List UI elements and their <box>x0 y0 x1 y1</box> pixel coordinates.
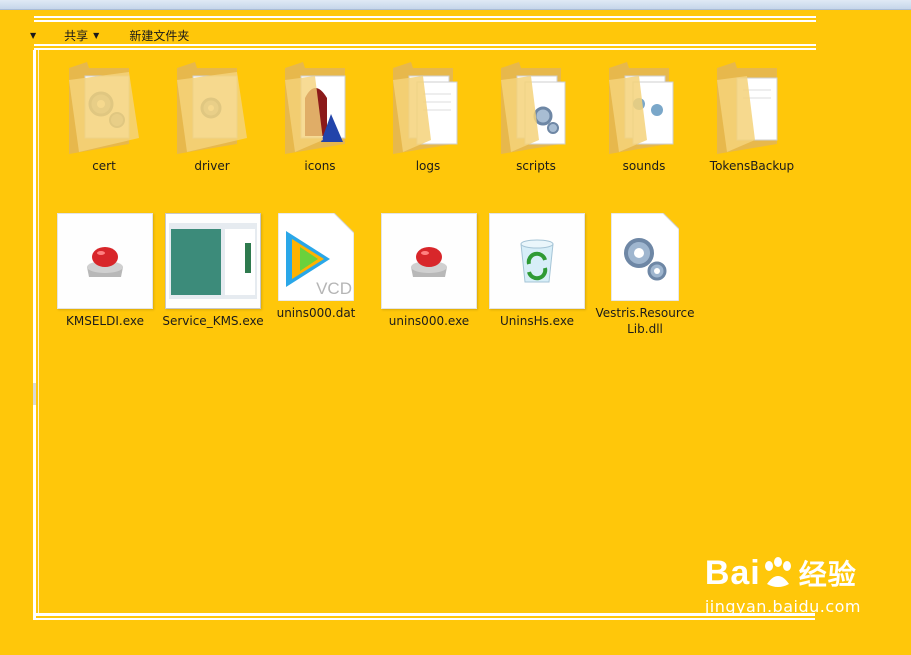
folder-label: driver <box>194 159 230 173</box>
folder-label: icons <box>304 159 336 173</box>
file-label: Service_KMS.exe <box>162 314 264 328</box>
file-label: UninsHs.exe <box>500 314 574 328</box>
window-title-strip <box>0 0 911 10</box>
folder-item-icons[interactable]: icons <box>268 58 372 174</box>
folder-label: logs <box>415 159 441 173</box>
recycle-bin-app-icon <box>489 213 585 309</box>
paw-icon <box>764 557 791 587</box>
file-item-uninshs[interactable]: UninsHs.exe <box>485 213 589 329</box>
file-label: unins000.dat <box>276 306 356 320</box>
explorer-window: ▼ 共享 ▼ 新建文件夹 cert driver icons logs scri… <box>0 0 911 655</box>
pane-resize-grip[interactable] <box>33 383 36 405</box>
vcd-badge: VCD <box>316 279 352 298</box>
command-bar-divider <box>34 48 816 50</box>
file-item-kmseldi[interactable]: KMSELDI.exe <box>53 213 157 329</box>
command-bar-divider <box>34 44 816 46</box>
pane-border-bottom <box>33 613 815 616</box>
folder-gear-icon <box>164 58 260 154</box>
video-player-file-icon: VCD <box>278 213 354 301</box>
file-label: unins000.exe <box>388 314 470 328</box>
folder-label: scripts <box>516 159 556 173</box>
file-item-unins000-dat[interactable]: VCD unins000.dat <box>264 213 368 321</box>
baidu-jingyan-watermark: Bai 经验 jingyan.baidu.com <box>704 553 861 617</box>
file-label: KMSELDI.exe <box>66 314 144 328</box>
folder-documents-icon <box>380 58 476 154</box>
new-folder-button[interactable]: 新建文件夹 <box>129 27 189 44</box>
new-folder-label: 新建文件夹 <box>129 28 190 43</box>
folder-label: sounds <box>622 159 666 173</box>
folder-item-cert[interactable]: cert <box>52 58 156 174</box>
share-button[interactable]: 共享 ▼ <box>64 27 99 44</box>
watermark-brand: Bai <box>704 553 761 592</box>
folder-audio-icon <box>596 58 692 154</box>
file-item-unins000-exe[interactable]: unins000.exe <box>377 213 481 329</box>
watermark-brand-suffix: 经验 <box>798 558 857 591</box>
share-label: 共享 <box>64 28 89 43</box>
ribbon-divider <box>34 16 816 18</box>
chevron-down-icon: ▼ <box>93 30 100 40</box>
window-app-icon <box>165 213 261 309</box>
folder-document-icon <box>704 58 800 154</box>
folder-gear-icon <box>56 58 152 154</box>
folder-label: cert <box>92 159 116 173</box>
command-bar: ▼ 共享 ▼ 新建文件夹 <box>30 24 219 46</box>
file-item-vestris-resourcelib[interactable]: Vestris.ResourceLib.dll <box>593 212 697 337</box>
red-button-app-icon <box>57 213 153 309</box>
folder-item-logs[interactable]: logs <box>376 58 480 174</box>
folder-item-tokensbackup[interactable]: TokensBackup <box>700 58 804 174</box>
file-item-service-kms[interactable]: Service_KMS.exe <box>161 213 265 329</box>
folder-item-driver[interactable]: driver <box>160 58 264 174</box>
folder-label: TokensBackup <box>709 159 795 173</box>
dll-gear-file-icon <box>610 212 680 302</box>
folder-item-scripts[interactable]: scripts <box>484 58 588 174</box>
chevron-down-icon[interactable]: ▼ <box>30 31 36 40</box>
baidu-logo: Bai 经验 <box>705 553 861 593</box>
folder-image-icon <box>272 58 368 154</box>
red-button-app-icon <box>381 213 477 309</box>
watermark-url: jingyan.baidu.com <box>704 597 861 616</box>
file-label: Vestris.ResourceLib.dll <box>595 306 695 336</box>
ribbon-divider <box>34 20 816 22</box>
pane-border-left <box>38 50 39 615</box>
pane-border-left <box>33 50 36 618</box>
pane-border-bottom <box>33 618 815 620</box>
folder-item-sounds[interactable]: sounds <box>592 58 696 174</box>
folder-gear-icon <box>488 58 584 154</box>
